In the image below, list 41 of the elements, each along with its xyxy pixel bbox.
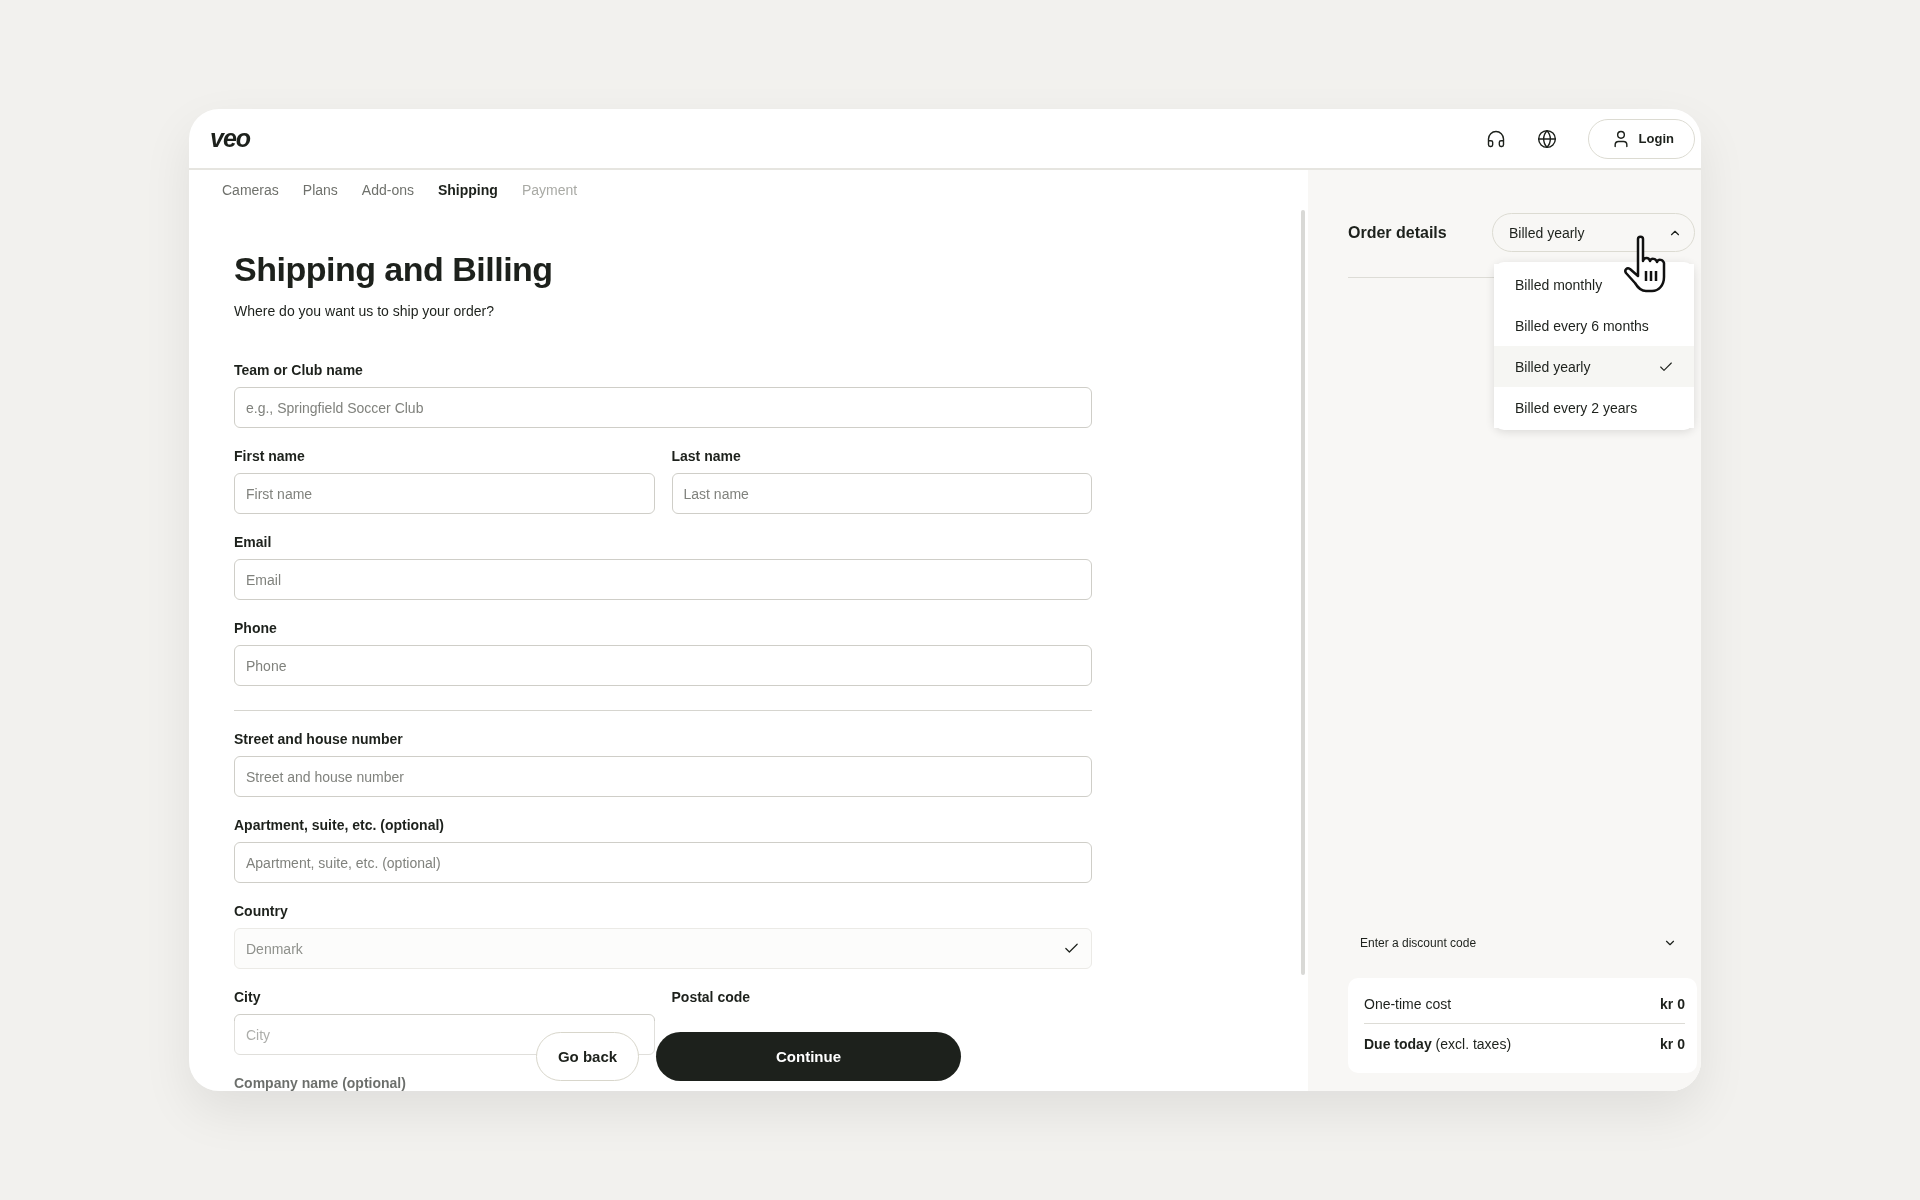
- billing-select[interactable]: Billed yearly: [1492, 213, 1695, 252]
- field-label: Country: [234, 903, 289, 920]
- field-label: City: [234, 989, 262, 1006]
- summary-label: Due today (excl. taxes): [1364, 1035, 1512, 1052]
- step-tab[interactable]: Add-ons: [361, 182, 414, 198]
- back-button[interactable]: Go back: [536, 1031, 639, 1081]
- billing-option[interactable]: Billed every 6 months: [1494, 305, 1694, 346]
- summary-label: One-time cost: [1364, 995, 1452, 1012]
- field-label: Apartment, suite, etc. (optional): [234, 817, 445, 834]
- step-tab[interactable]: Cameras: [222, 182, 279, 198]
- field-label: Email: [234, 534, 273, 551]
- step-tab[interactable]: Shipping: [438, 182, 498, 198]
- page-title: Shipping and Billing: [234, 249, 554, 289]
- order-title: Order details: [1348, 223, 1447, 242]
- input-field[interactable]: Phone: [234, 645, 1092, 686]
- field-label: Team or Club name: [234, 362, 364, 379]
- field-label: First name: [234, 448, 306, 465]
- field-label: Postal code: [671, 989, 752, 1006]
- summary-amount: kr 0: [1660, 1035, 1685, 1052]
- veo-logo[interactable]: veo: [210, 124, 251, 153]
- field-label: Phone: [234, 620, 278, 637]
- globe-icon[interactable]: [1536, 128, 1557, 149]
- field-label: Last name: [671, 448, 742, 465]
- input-field[interactable]: Apartment, suite, etc. (optional): [234, 842, 1092, 883]
- headphones-icon[interactable]: [1485, 128, 1506, 149]
- step-tab[interactable]: Plans: [302, 182, 338, 198]
- input-field[interactable]: e.g., Springfield Soccer Club: [234, 387, 1092, 428]
- input-field[interactable]: Email: [234, 559, 1092, 600]
- field-label: Company name (optional): [234, 1075, 407, 1091]
- billing-option[interactable]: Billed every 2 years: [1494, 387, 1694, 428]
- field-label: Street and house number: [234, 731, 404, 748]
- login-button[interactable]: Login: [1587, 118, 1695, 159]
- summary-amount: kr 0: [1660, 995, 1685, 1012]
- input-field[interactable]: Last name: [671, 473, 1092, 514]
- billing-option[interactable]: Billed yearly: [1494, 346, 1694, 387]
- input-field[interactable]: First name: [234, 473, 655, 514]
- scrollbar-thumb[interactable]: [1301, 210, 1305, 975]
- continue-button[interactable]: Continue: [656, 1031, 961, 1081]
- page-subtitle: Where do you want us to ship your order?: [234, 302, 495, 321]
- discount-toggle[interactable]: Enter a discount code: [1348, 928, 1697, 958]
- input-field[interactable]: Street and house number: [234, 756, 1092, 797]
